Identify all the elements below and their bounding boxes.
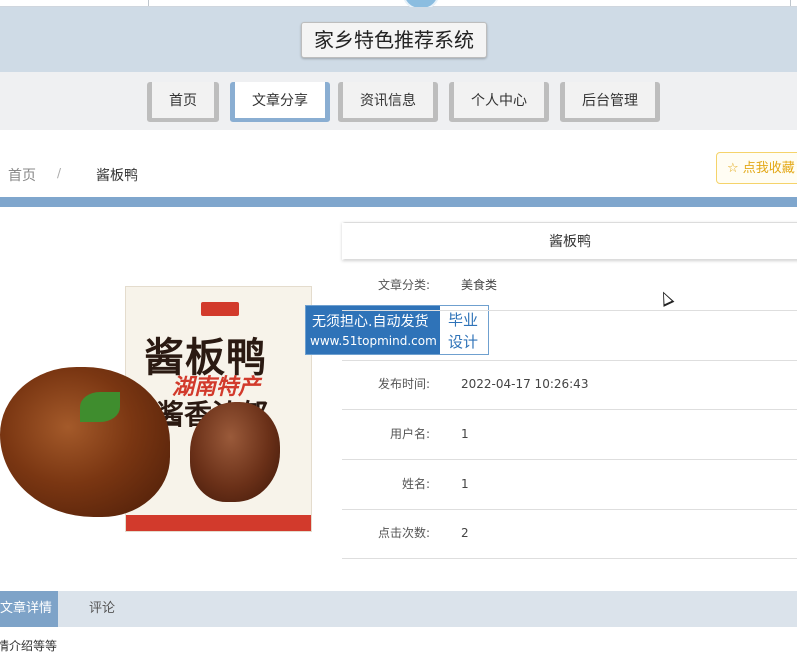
top-divider <box>148 0 149 6</box>
nav-personal-center[interactable]: 个人中心 <box>449 82 549 122</box>
breadcrumb: 首页 / 酱板鸭 ☆ 点我收藏 <box>0 152 797 195</box>
garnish-leaf-icon <box>80 392 120 422</box>
detail-label: 用户名: <box>389 427 430 441</box>
main-nav: 首页 文章分享 资讯信息 个人中心 后台管理 <box>0 72 797 130</box>
section-divider <box>0 197 797 207</box>
detail-value: 美食类 <box>461 278 498 292</box>
breadcrumb-separator: / <box>57 166 62 180</box>
detail-label: 文章分类: <box>377 278 430 292</box>
duck-meat-image <box>0 367 170 517</box>
brand-logo-icon <box>201 302 239 316</box>
detail-row-category: 文章分类: 美食类 <box>342 261 797 311</box>
package-strip <box>126 515 311 531</box>
detail-value: 1 <box>461 477 469 491</box>
detail-label: 点击次数: <box>377 526 430 540</box>
nav-news-info[interactable]: 资讯信息 <box>338 82 438 122</box>
tab-article-detail[interactable]: 文章详情 <box>0 591 58 627</box>
detail-row-hidden <box>342 311 797 361</box>
detail-row-name: 姓名: 1 <box>342 460 797 510</box>
breadcrumb-home-link[interactable]: 首页 <box>8 165 36 185</box>
detail-value: 2 <box>461 526 469 540</box>
duck-meat-image <box>190 402 280 502</box>
nav-article-share[interactable]: 文章分享 <box>230 82 330 122</box>
breadcrumb-current: 酱板鸭 <box>96 168 138 184</box>
detail-tabs: 文章详情 评论 <box>0 591 797 627</box>
detail-label: 发布时间: <box>377 377 430 391</box>
site-title: 家乡特色推荐系统 <box>301 22 487 58</box>
window-top-edge <box>0 0 797 7</box>
favorite-label: ☆ 点我收藏 <box>727 161 795 176</box>
article-content: 情介绍等等 <box>0 639 58 653</box>
nav-admin[interactable]: 后台管理 <box>560 82 660 122</box>
detail-value: 1 <box>461 427 469 441</box>
favorite-button[interactable]: ☆ 点我收藏 <box>716 152 797 184</box>
detail-value: 2022-04-17 10:26:43 <box>461 377 589 391</box>
top-divider <box>790 0 791 6</box>
nav-home[interactable]: 首页 <box>147 82 219 122</box>
detail-row-click-count: 点击次数: 2 <box>342 509 797 559</box>
product-image: 酱板鸭 湖南特产 酱香浓郁 <box>0 282 312 532</box>
detail-row-publish-time: 发布时间: 2022-04-17 10:26:43 <box>342 360 797 410</box>
article-title: 酱板鸭 <box>342 222 797 260</box>
detail-row-username: 用户名: 1 <box>342 410 797 460</box>
site-header: 家乡特色推荐系统 <box>0 7 797 72</box>
detail-label: 姓名: <box>401 477 430 491</box>
tab-comments[interactable]: 评论 <box>89 591 115 627</box>
